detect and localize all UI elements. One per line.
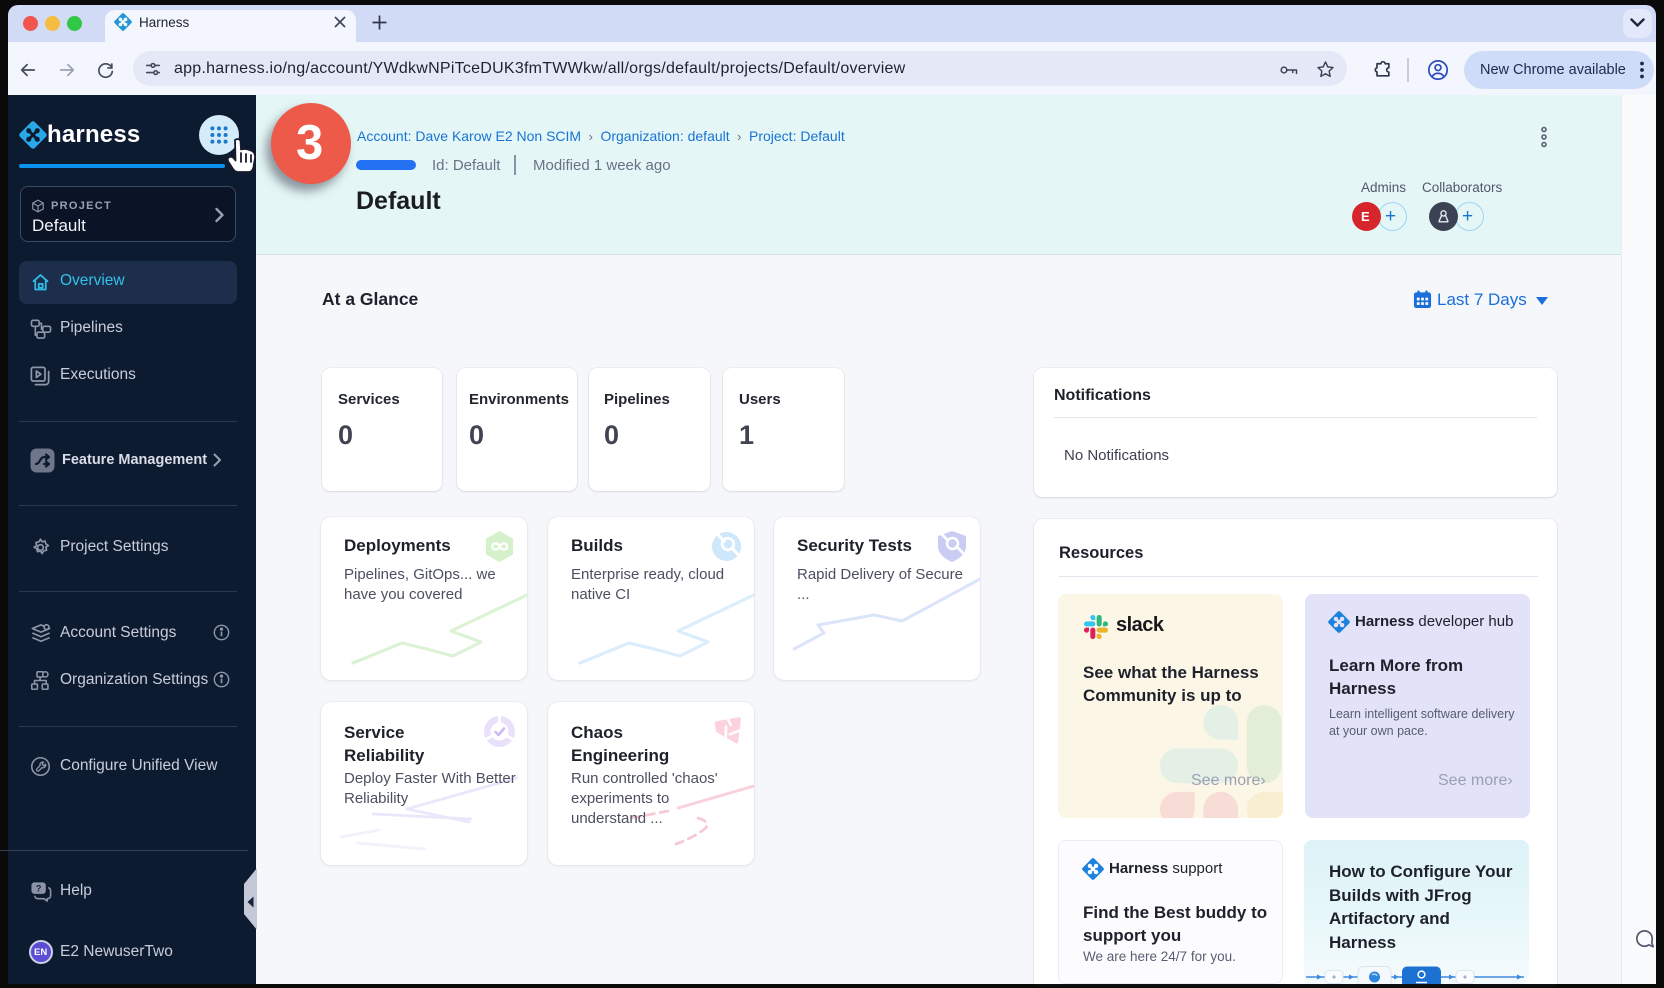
svg-text:?: ? <box>36 884 42 894</box>
